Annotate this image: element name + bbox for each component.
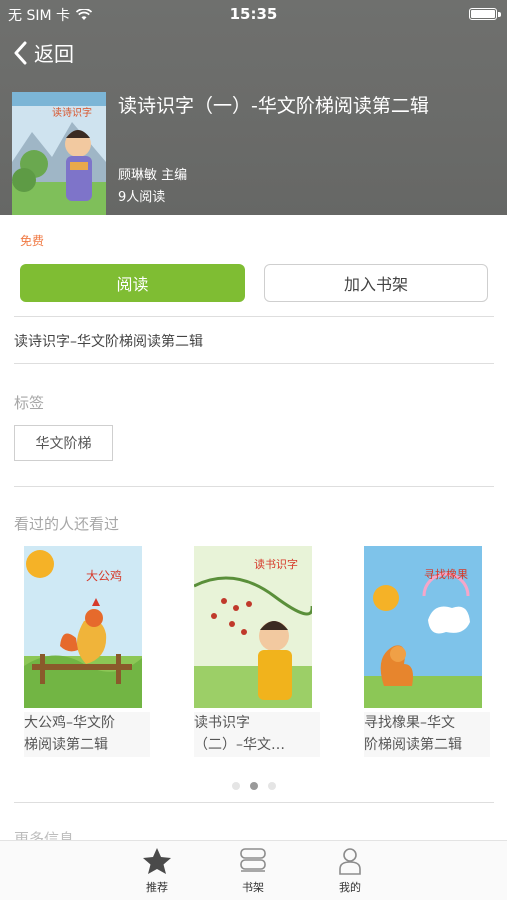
- divider: [14, 363, 494, 364]
- book-title: 读诗识字（一）-华文阶梯阅读第二辑: [118, 95, 429, 117]
- book-thumbnail: 读书识字: [194, 546, 312, 708]
- battery-icon: [469, 8, 501, 20]
- cover-title: 读书识字: [254, 557, 298, 571]
- tags-heading: 标签: [14, 394, 45, 412]
- related-book-card[interactable]: 读书识字 读书识字 （二）–华文…: [194, 546, 320, 757]
- book-thumbnail: 寻找橡果: [364, 546, 482, 708]
- caption-line: 读书识字: [194, 715, 250, 731]
- book-cover: 读诗识字: [12, 92, 106, 215]
- book-cover-illustration: 读诗识字: [12, 92, 106, 215]
- pagination-dot[interactable]: [231, 782, 240, 790]
- back-label: 返回: [34, 42, 74, 66]
- tab-label: 书架: [242, 881, 264, 894]
- book-thumbnail: 大公鸡: [24, 546, 142, 708]
- tab-label: 我的: [339, 881, 361, 894]
- squirrel-cover: 寻找橡果: [364, 546, 482, 708]
- price-label: 免费: [20, 234, 45, 248]
- book-description: 读诗识字–华文阶梯阅读第二辑: [14, 334, 203, 350]
- read-button[interactable]: 阅读: [20, 264, 245, 302]
- caption-line: 大公鸡–华文阶: [24, 715, 115, 731]
- status-bar: 无 SIM 卡 15:35: [0, 0, 507, 28]
- related-heading: 看过的人还看过: [14, 515, 120, 533]
- book-caption: 读书识字 （二）–华文…: [194, 712, 320, 757]
- tab-mine[interactable]: 我的: [310, 847, 390, 895]
- carousel-pagination: [0, 782, 507, 790]
- back-button[interactable]: 返回: [14, 38, 74, 67]
- pagination-dot-active[interactable]: [249, 782, 258, 790]
- related-book-card[interactable]: 寻找橡果 寻找橡果–华文 阶梯阅读第二辑: [364, 546, 490, 757]
- rooster-cover: 大公鸡: [24, 546, 142, 708]
- book-caption: 寻找橡果–华文 阶梯阅读第二辑: [364, 712, 490, 757]
- tab-bookshelf[interactable]: 书架: [213, 847, 293, 895]
- divider: [14, 316, 494, 317]
- caption-line: 梯阅读第二辑: [24, 737, 108, 753]
- caption-line: 寻找橡果–华文: [364, 715, 455, 731]
- cover-title: 读诗识字: [52, 106, 92, 119]
- caption-line: 阶梯阅读第二辑: [364, 737, 462, 753]
- book-author: 顾琳敏 主编: [118, 168, 188, 183]
- tab-bar: 推荐 书架 我的: [0, 840, 507, 900]
- clock: 15:35: [229, 5, 278, 23]
- star-icon: [143, 848, 171, 874]
- caption-line: （二）–华文…: [194, 737, 285, 753]
- chevron-left-icon: [14, 41, 27, 64]
- bookshelf-icon: [240, 848, 266, 872]
- tab-label: 推荐: [146, 881, 168, 894]
- add-to-shelf-button[interactable]: 加入书架: [264, 264, 488, 302]
- cover-title: 大公鸡: [86, 568, 122, 583]
- book-header: 无 SIM 卡 15:35 返回 读诗识字 读诗识字（一）-华文阶梯阅读第二辑 …: [0, 0, 507, 215]
- cover-title: 寻找橡果: [424, 567, 468, 581]
- reader-count: 9人阅读: [118, 190, 166, 205]
- divider: [14, 802, 494, 803]
- related-book-card[interactable]: 大公鸡 大公鸡–华文阶 梯阅读第二辑: [24, 546, 150, 757]
- reading-cover: 读书识字: [194, 546, 312, 708]
- user-icon: [339, 848, 361, 875]
- tab-recommend[interactable]: 推荐: [117, 847, 197, 895]
- more-info-heading: 更多信息: [14, 830, 75, 840]
- book-caption: 大公鸡–华文阶 梯阅读第二辑: [24, 712, 150, 757]
- divider: [14, 486, 494, 487]
- tag-chip[interactable]: 华文阶梯: [14, 425, 113, 461]
- pagination-dot[interactable]: [267, 782, 276, 790]
